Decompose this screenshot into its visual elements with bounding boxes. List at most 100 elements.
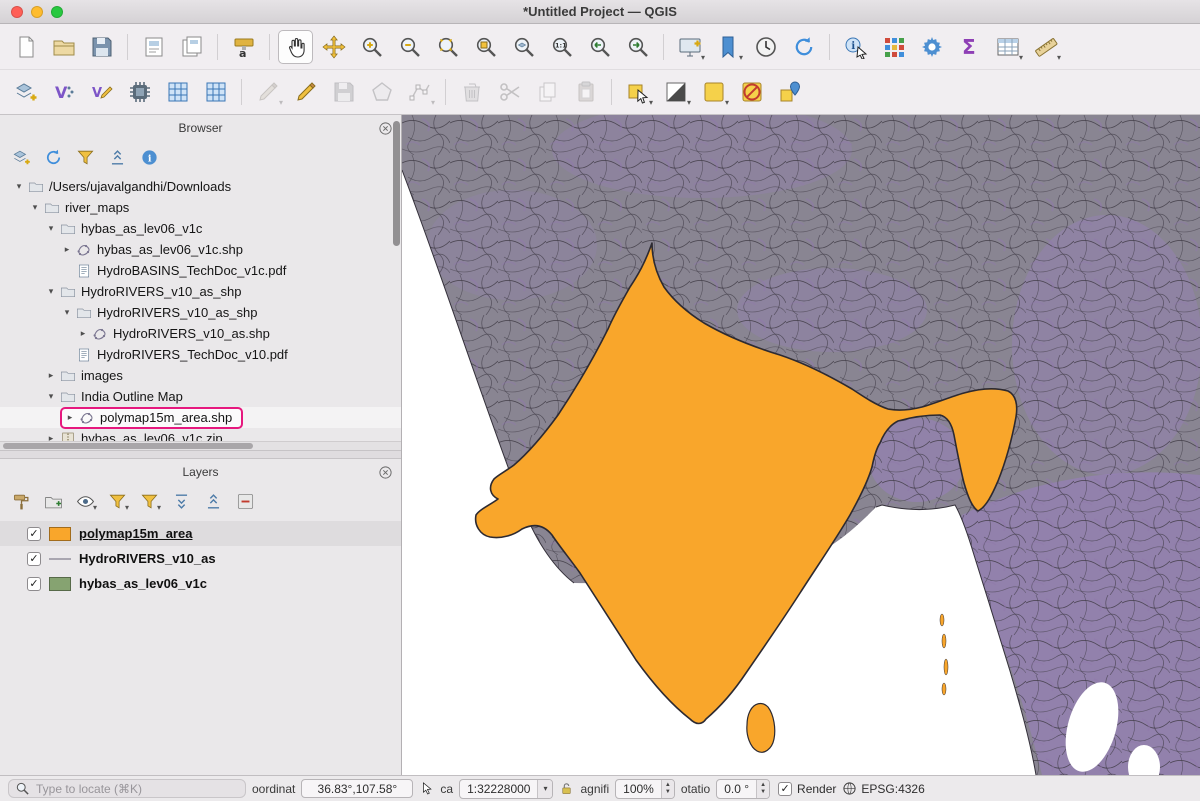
add-polygon-feature-button[interactable] [364, 75, 399, 109]
browser-horizontal-scrollbar[interactable] [0, 441, 401, 450]
remove-layer-button[interactable] [232, 488, 259, 514]
add-group-button[interactable] [40, 488, 67, 514]
filter-legend-button[interactable]: ▾ [104, 488, 131, 514]
tree-item-hydrorivers-v10-as-shp[interactable]: ▾HydroRIVERS_v10_as_shp [0, 281, 401, 302]
mouse-position-toggle-icon[interactable] [419, 781, 434, 796]
layer-item-hybas-as-lev06-v1c[interactable]: ✓hybas_as_lev06_v1c [0, 571, 401, 596]
zoom-native-resolution-button[interactable] [544, 30, 579, 64]
zoom-last-button[interactable] [582, 30, 617, 64]
disclosure-triangle-icon[interactable]: ▾ [60, 307, 74, 318]
layer-visibility-checkbox[interactable]: ✓ [27, 527, 41, 541]
new-spatial-bookmark-button[interactable]: ▾ [710, 30, 745, 64]
locate-search[interactable] [8, 779, 246, 798]
chevron-down-icon[interactable]: ▾ [537, 780, 552, 798]
locate-input[interactable] [34, 781, 239, 797]
disclosure-triangle-icon[interactable]: ▸ [63, 412, 77, 423]
new-print-layout-button[interactable] [136, 30, 171, 64]
filter-browser-button[interactable] [72, 144, 99, 170]
select-features-by-value-button[interactable]: ▾ [658, 75, 693, 109]
processing-toolbox-button[interactable] [876, 30, 911, 64]
disclosure-triangle-icon[interactable]: ▾ [44, 223, 58, 234]
tree-item-hybas-as-lev06-v1c[interactable]: ▾hybas_as_lev06_v1c [0, 218, 401, 239]
refresh-map-button[interactable] [786, 30, 821, 64]
open-layer-styling-panel-button[interactable] [8, 488, 35, 514]
close-window-button[interactable] [11, 6, 23, 18]
identify-features-button[interactable] [838, 30, 873, 64]
tree-item-hybas-as-lev06-v1c-shp[interactable]: ▸hybas_as_lev06_v1c.shp [0, 239, 401, 260]
tree-item-hydrobasins-techdoc-v1c-pdf[interactable]: HydroBASINS_TechDoc_v1c.pdf [0, 260, 401, 281]
toggle-editing-button[interactable] [288, 75, 323, 109]
new-virtual-layer-button[interactable] [198, 75, 233, 109]
add-selected-layers-button[interactable] [8, 144, 35, 170]
scale-combobox[interactable]: 1:32228000 ▾ [459, 779, 553, 799]
open-data-source-manager-button[interactable] [8, 75, 43, 109]
deselect-all-button[interactable] [734, 75, 769, 109]
temporal-controller-button[interactable] [748, 30, 783, 64]
annotation-tool-button[interactable]: ▾ [696, 75, 731, 109]
vertex-tool-button[interactable]: ▾ [402, 75, 437, 109]
tree-item-hydrorivers-techdoc-v10-pdf[interactable]: HydroRIVERS_TechDoc_v10.pdf [0, 344, 401, 365]
browser-properties-button[interactable] [136, 144, 163, 170]
zoom-next-button[interactable] [620, 30, 655, 64]
map-canvas[interactable] [402, 115, 1200, 775]
new-map-tip-button[interactable] [772, 75, 807, 109]
tree-item-polymap15m-area-shp[interactable]: ▸polymap15m_area.shp [0, 407, 401, 428]
tree-item-river-maps[interactable]: ▾river_maps [0, 197, 401, 218]
statistical-summary-button[interactable] [952, 30, 987, 64]
scrollbar-thumb[interactable] [393, 121, 400, 246]
delete-selected-button[interactable] [454, 75, 489, 109]
disclosure-triangle-icon[interactable]: ▸ [44, 370, 58, 381]
panel-splitter[interactable] [0, 451, 401, 459]
stepper-arrows-icon[interactable]: ▲▼ [756, 780, 769, 798]
render-checkbox[interactable]: ✓ [778, 782, 792, 796]
layer-visibility-checkbox[interactable]: ✓ [27, 552, 41, 566]
tree-item-india-outline-map[interactable]: ▾India Outline Map [0, 386, 401, 407]
filter-by-expression-button[interactable]: ▾ [136, 488, 163, 514]
zoom-full-extent-button[interactable] [430, 30, 465, 64]
save-project-button[interactable] [84, 30, 119, 64]
measure-button[interactable]: ▾ [1028, 30, 1063, 64]
layers-close-button[interactable] [378, 464, 394, 480]
disclosure-triangle-icon[interactable]: ▾ [44, 391, 58, 402]
zoom-window-button[interactable] [51, 6, 63, 18]
layer-item-hydrorivers-v10-as[interactable]: ✓HydroRIVERS_v10_as [0, 546, 401, 571]
collapse-all-button[interactable] [104, 144, 131, 170]
new-shapefile-layer-button[interactable] [84, 75, 119, 109]
show-layout-manager-button[interactable] [174, 30, 209, 64]
layer-item-polymap15m-area[interactable]: ✓polymap15m_area [0, 521, 401, 546]
tree-item-users-ujavalgandhi-downloads[interactable]: ▾/Users/ujavalgandhi/Downloads [0, 176, 401, 197]
zoom-to-layer-button[interactable] [506, 30, 541, 64]
style-manager-button[interactable] [226, 30, 261, 64]
save-layer-edits-button[interactable] [326, 75, 361, 109]
rotation-spinbox[interactable]: 0.0 ° ▲▼ [716, 779, 770, 799]
disclosure-triangle-icon[interactable]: ▾ [44, 286, 58, 297]
current-edits-button[interactable]: ▾ [250, 75, 285, 109]
options-button[interactable] [914, 30, 949, 64]
collapse-all-layers-button[interactable] [200, 488, 227, 514]
disclosure-triangle-icon[interactable]: ▾ [12, 181, 26, 192]
pan-to-selection-button[interactable] [316, 30, 351, 64]
pan-map-button[interactable] [278, 30, 313, 64]
open-attribute-table-button[interactable]: ▾ [990, 30, 1025, 64]
select-features-button[interactable]: ▾ [620, 75, 655, 109]
manage-map-themes-button[interactable]: ▾ [72, 488, 99, 514]
refresh-browser-button[interactable] [40, 144, 67, 170]
copy-features-button[interactable] [530, 75, 565, 109]
tree-item-hydrorivers-v10-as-shp[interactable]: ▸HydroRIVERS_v10_as.shp [0, 323, 401, 344]
new-map-view-button[interactable]: ▾ [672, 30, 707, 64]
disclosure-triangle-icon[interactable]: ▸ [60, 244, 74, 255]
disclosure-triangle-icon[interactable]: ▾ [28, 202, 42, 213]
stepper-arrows-icon[interactable]: ▲▼ [661, 780, 674, 798]
scrollbar-thumb[interactable] [3, 443, 253, 449]
lock-scale-icon[interactable] [559, 781, 574, 796]
new-mesh-layer-button[interactable] [160, 75, 195, 109]
open-project-button[interactable] [46, 30, 81, 64]
tree-item-hydrorivers-v10-as-shp[interactable]: ▾HydroRIVERS_v10_as_shp [0, 302, 401, 323]
disclosure-triangle-icon[interactable]: ▸ [76, 328, 90, 339]
zoom-out-button[interactable] [392, 30, 427, 64]
layer-visibility-checkbox[interactable]: ✓ [27, 577, 41, 591]
zoom-to-selection-button[interactable] [468, 30, 503, 64]
minimize-window-button[interactable] [31, 6, 43, 18]
zoom-in-button[interactable] [354, 30, 389, 64]
magnifier-spinbox[interactable]: 100% ▲▼ [615, 779, 675, 799]
